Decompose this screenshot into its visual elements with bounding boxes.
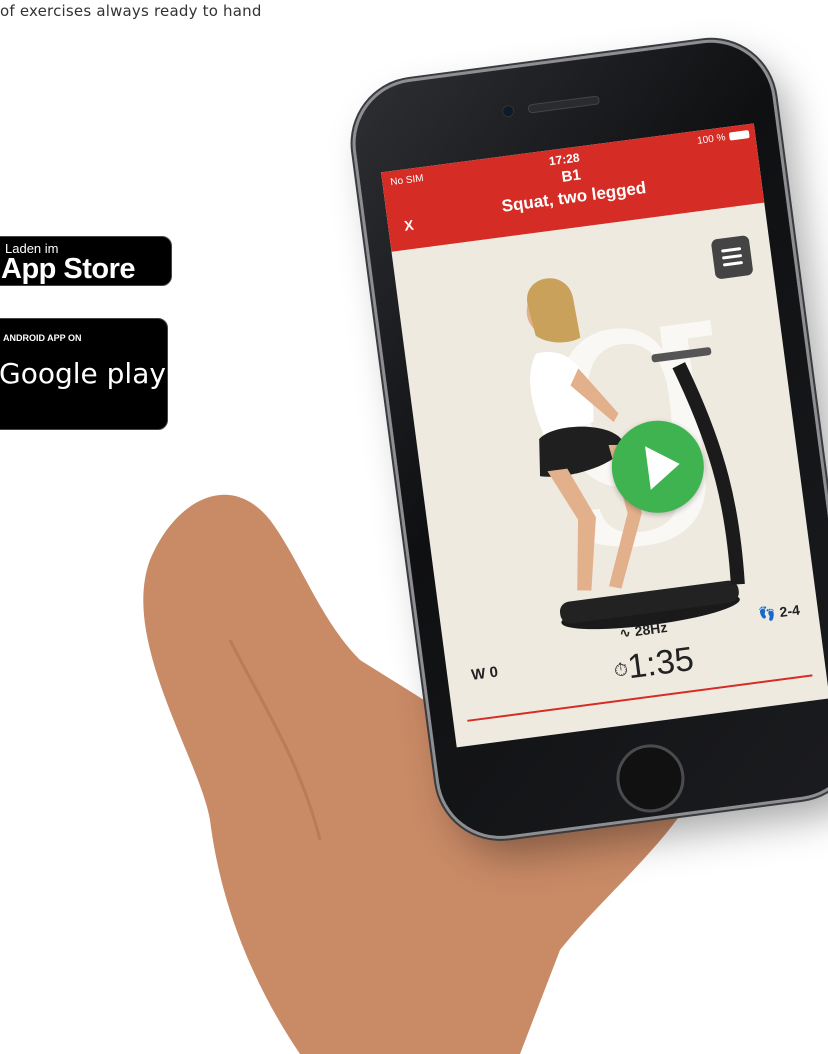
hamburger-line xyxy=(721,254,743,260)
earpiece-speaker xyxy=(527,95,601,114)
google-play-badge[interactable]: ANDROID APP ON Google play xyxy=(0,318,168,430)
steps-text: 2-4 xyxy=(778,601,801,621)
tagline: of exercises always ready to hand xyxy=(0,2,262,20)
app-store-badge-line2: App Store xyxy=(1,253,136,285)
menu-button[interactable] xyxy=(710,234,754,280)
app-screen: No SIM 17:28 100 % X B1 Squat, two legge… xyxy=(381,123,828,748)
hamburger-line xyxy=(722,260,744,267)
phone-device: No SIM 17:28 100 % X B1 Squat, two legge… xyxy=(348,35,828,844)
front-camera xyxy=(501,104,515,119)
weight-value: W 0 xyxy=(470,663,500,684)
hamburger-menu-icon xyxy=(721,247,742,253)
app-store-badge[interactable]: Laden im App Store xyxy=(0,236,172,286)
timer[interactable]: ⏱1:35 xyxy=(611,640,696,689)
footprint-icon: 👣 xyxy=(757,604,777,623)
google-play-badge-line2: Google play xyxy=(0,357,166,390)
home-button[interactable] xyxy=(612,740,689,817)
google-play-badge-line1: ANDROID APP ON xyxy=(3,333,82,343)
frequency-text: 28Hz xyxy=(633,619,669,640)
timer-text: 1:35 xyxy=(625,639,696,687)
